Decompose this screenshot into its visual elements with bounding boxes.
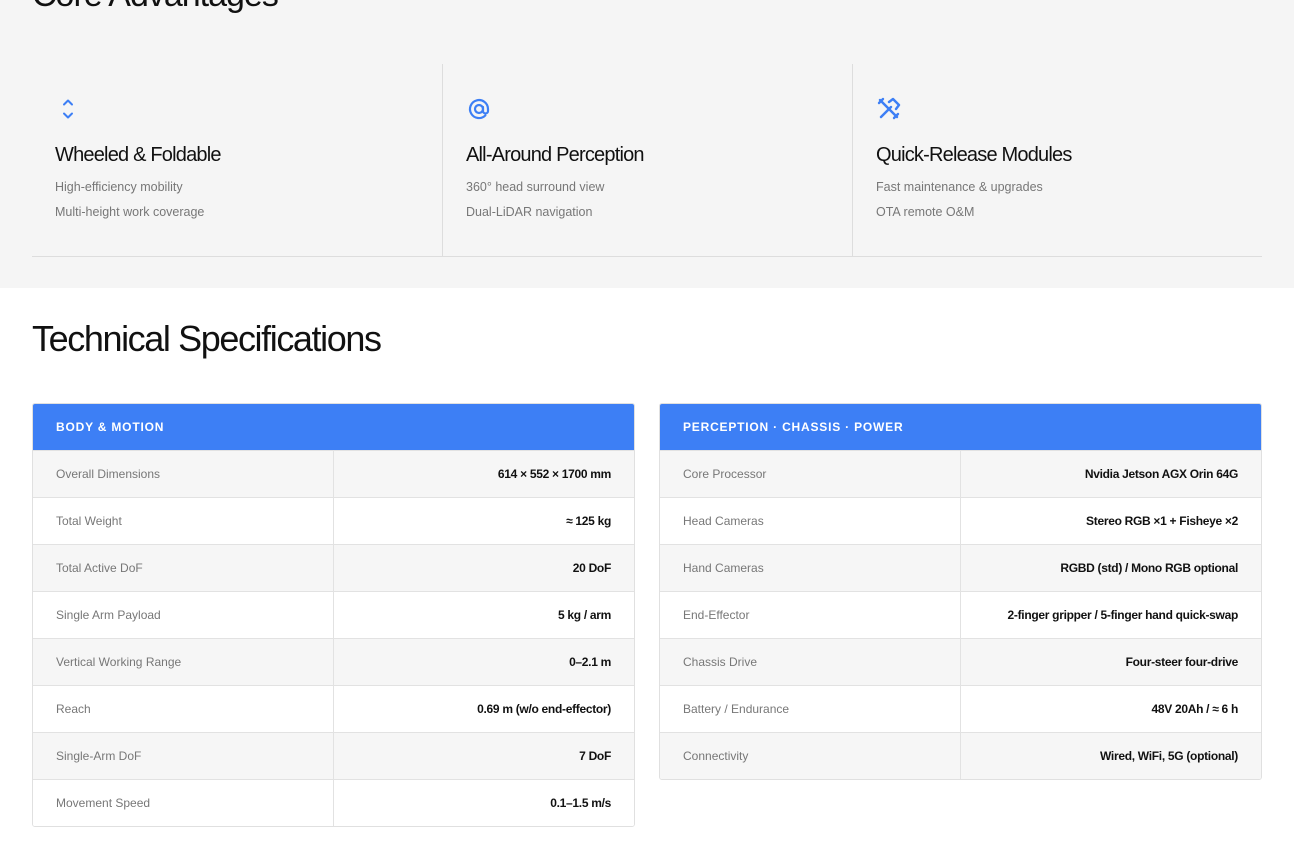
table-row: Head Cameras Stereo RGB ×1 + Fisheye ×2	[660, 497, 1261, 544]
advantage-card-modules: Quick-Release Modules Fast maintenance &…	[852, 64, 1262, 256]
spec-value: Nvidia Jetson AGX Orin 64G	[1084, 467, 1238, 481]
table-row: Hand Cameras RGBD (std) / Mono RGB option…	[660, 544, 1261, 591]
spec-key: Reach	[33, 686, 334, 732]
advantage-card-perception: All-Around Perception 360° head surround…	[442, 64, 852, 256]
spec-key: Vertical Working Range	[33, 639, 334, 685]
advantage-line: 360° head surround view	[466, 180, 605, 194]
spec-key: End-Effector	[660, 592, 961, 638]
spec-value: 5 kg / arm	[557, 608, 611, 622]
chevron-up-down-icon	[55, 96, 81, 122]
spec-value: 7 DoF	[579, 749, 611, 763]
spec-key: Single-Arm DoF	[33, 733, 334, 779]
advantage-line: OTA remote O&M	[876, 205, 975, 219]
advantage-line: Dual-LiDAR navigation	[466, 205, 593, 219]
tools-icon	[876, 96, 902, 122]
table-row: Single Arm Payload 5 kg / arm	[33, 591, 634, 638]
advantage-heading: Quick-Release Modules	[876, 144, 1072, 166]
spec-key: Core Processor	[660, 451, 961, 497]
table-row: Reach 0.69 m (w/o end-effector)	[33, 685, 634, 732]
spec-value: ≈ 125 kg	[566, 514, 611, 528]
advantages-grid: Wheeled & Foldable High-efficiency mobil…	[32, 64, 1262, 257]
advantage-card-wheeled: Wheeled & Foldable High-efficiency mobil…	[32, 64, 442, 256]
spec-value: Wired, WiFi, 5G (optional)	[1100, 749, 1238, 763]
spec-key: Total Weight	[33, 498, 334, 544]
spec-table-perception-chassis-power: PERCEPTION · CHASSIS · POWER Core Proces…	[659, 403, 1262, 780]
advantage-line: Multi-height work coverage	[55, 205, 205, 219]
table-row: Battery / Endurance 48V 20Ah / ≈ 6 h	[660, 685, 1261, 732]
page-title: Technical Specifications	[32, 318, 382, 359]
target-at-icon	[466, 96, 492, 122]
spec-value: Four-steer four-drive	[1125, 655, 1239, 669]
spec-key: Battery / Endurance	[660, 686, 961, 732]
spec-value: 0.1–1.5 m/s	[550, 796, 611, 810]
advantage-heading: All-Around Perception	[466, 144, 645, 166]
spec-key: Head Cameras	[660, 498, 961, 544]
spec-table-header: PERCEPTION · CHASSIS · POWER	[660, 404, 1261, 450]
spec-key: Hand Cameras	[660, 545, 961, 591]
table-row: Total Active DoF 20 DoF	[33, 544, 634, 591]
table-row: Core Processor Nvidia Jetson AGX Orin 64G	[660, 450, 1261, 497]
spec-value: 614 × 552 × 1700 mm	[497, 467, 611, 481]
spec-table-header: BODY & MOTION	[33, 404, 634, 450]
spec-key: Movement Speed	[33, 780, 334, 826]
table-row: End-Effector 2-finger gripper / 5-finger …	[660, 591, 1261, 638]
spec-key: Chassis Drive	[660, 639, 961, 685]
table-row: Total Weight ≈ 125 kg	[33, 497, 634, 544]
spec-value: Stereo RGB ×1 + Fisheye ×2	[1086, 514, 1238, 528]
table-row: Single-Arm DoF 7 DoF	[33, 732, 634, 779]
spec-key: Single Arm Payload	[33, 592, 334, 638]
table-row: Movement Speed 0.1–1.5 m/s	[33, 779, 634, 826]
advantage-heading: Wheeled & Foldable	[55, 144, 222, 166]
table-row: Overall Dimensions 614 × 552 × 1700 mm	[33, 450, 634, 497]
spec-value: 0.69 m (w/o end-effector)	[477, 702, 611, 716]
spec-value: 20 DoF	[572, 561, 612, 575]
spec-key: Overall Dimensions	[33, 451, 334, 497]
spec-value: 48V 20Ah / ≈ 6 h	[1151, 702, 1239, 716]
table-row: Connectivity Wired, WiFi, 5G (optional)	[660, 732, 1261, 779]
core-advantages-section: Core Advantages Wheeled & Foldable High-…	[0, 0, 1294, 288]
spec-value: RGBD (std) / Mono RGB optional	[1060, 561, 1238, 575]
advantage-line: High-efficiency mobility	[55, 180, 183, 194]
table-row: Chassis Drive Four-steer four-drive	[660, 638, 1261, 685]
spec-key: Connectivity	[660, 733, 961, 779]
spec-key: Total Active DoF	[33, 545, 334, 591]
spec-value: 2-finger gripper / 5-finger hand quick-s…	[1007, 608, 1239, 622]
spec-table-body-motion: BODY & MOTION Overall Dimensions 614 × 55…	[32, 403, 635, 827]
table-row: Vertical Working Range 0–2.1 m	[33, 638, 634, 685]
section-title: Core Advantages	[32, 0, 279, 12]
advantage-line: Fast maintenance & upgrades	[876, 180, 1043, 194]
spec-value: 0–2.1 m	[569, 655, 611, 669]
